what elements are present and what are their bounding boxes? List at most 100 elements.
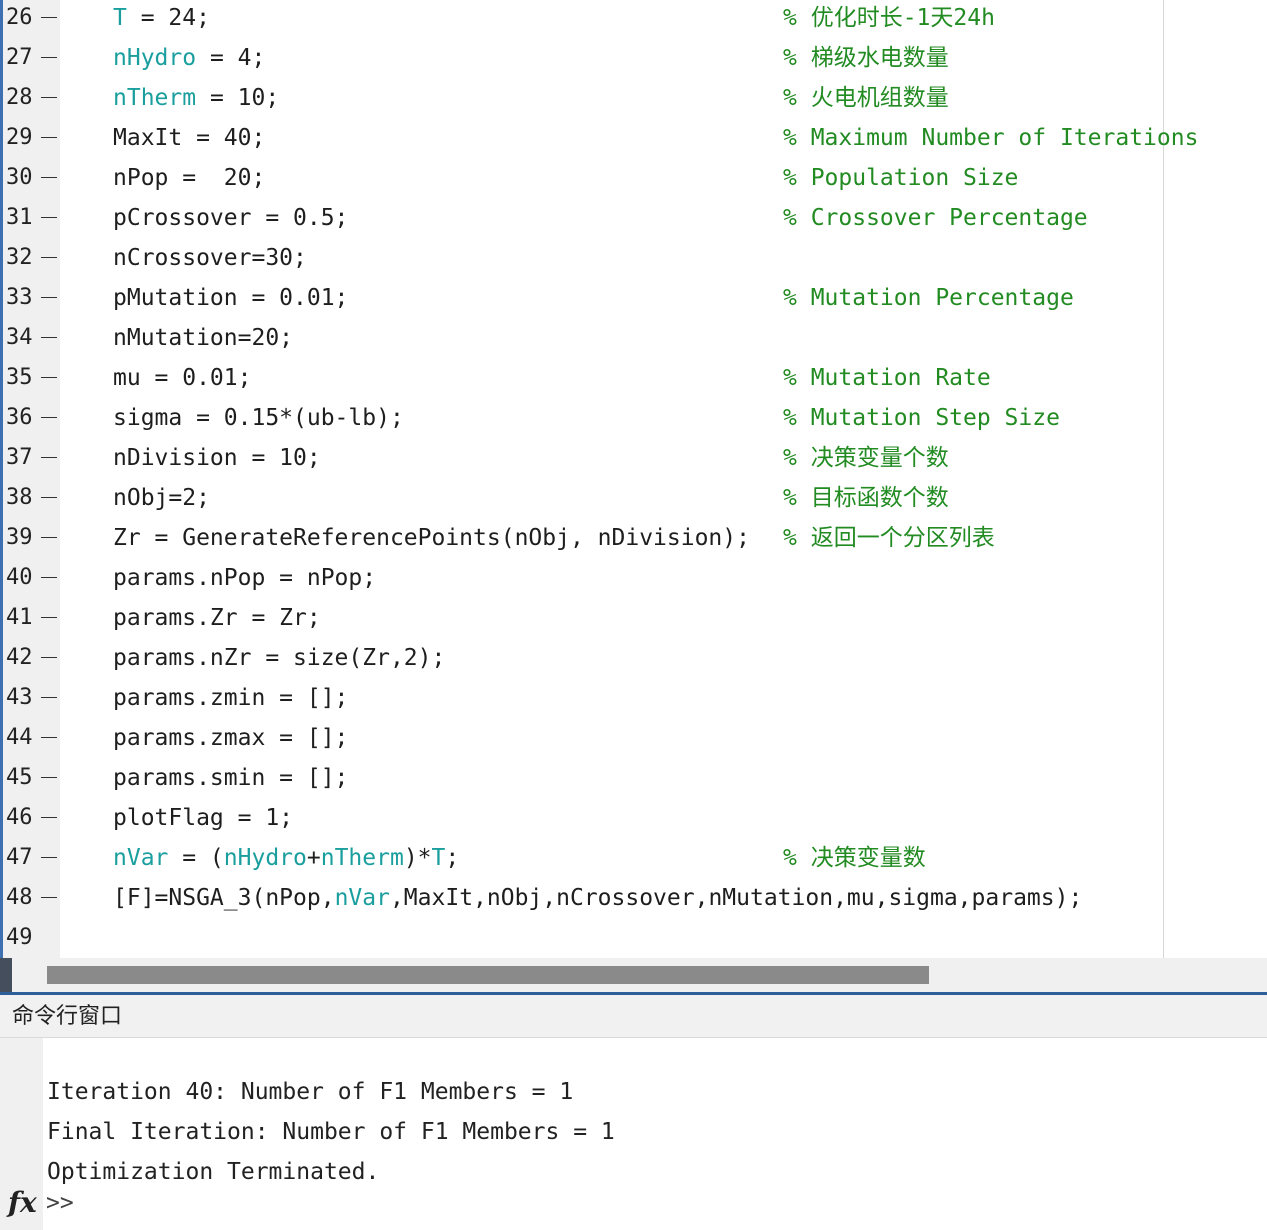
horizontal-scrollbar[interactable] bbox=[0, 958, 1267, 992]
variable-token: nVar bbox=[334, 885, 390, 911]
code-line[interactable]: 48 [F]=NSGA_3(nPop,nVar,MaxIt,nObj,nCross… bbox=[0, 878, 1267, 918]
breakpoint-marker[interactable] bbox=[41, 337, 57, 338]
variable-token: nTherm bbox=[113, 85, 197, 111]
code-token: = 24; bbox=[126, 5, 210, 31]
code-comment: % Crossover Percentage bbox=[783, 205, 1088, 231]
breakpoint-marker[interactable] bbox=[41, 537, 57, 538]
breakpoint-marker[interactable] bbox=[41, 817, 57, 818]
breakpoint-marker[interactable] bbox=[41, 17, 57, 18]
code-line[interactable]: 33 pMutation = 0.01; % Mutation Percentage bbox=[0, 278, 1267, 318]
line-number: 26 bbox=[6, 5, 33, 30]
line-number: 40 bbox=[6, 565, 33, 590]
line-number: 39 bbox=[6, 525, 33, 550]
line-number: 41 bbox=[6, 605, 33, 630]
code-text: params.nZr = size(Zr,2); bbox=[113, 638, 445, 678]
breakpoint-marker[interactable] bbox=[41, 137, 57, 138]
code-line[interactable]: 37 nDivision = 10; % 决策变量个数 bbox=[0, 438, 1267, 478]
code-comment: % 梯级水电数量 bbox=[783, 45, 949, 71]
code-line[interactable]: 32 nCrossover=30; bbox=[0, 238, 1267, 278]
code-line[interactable]: 46 plotFlag = 1; bbox=[0, 798, 1267, 838]
code-line[interactable]: 26 T = 24; % 优化时长-1天24h bbox=[0, 0, 1267, 38]
breakpoint-marker[interactable] bbox=[41, 457, 57, 458]
code-line[interactable]: 34 nMutation=20; bbox=[0, 318, 1267, 358]
code-line[interactable]: 41 params.Zr = Zr; bbox=[0, 598, 1267, 638]
code-line[interactable]: 43 params.zmin = []; bbox=[0, 678, 1267, 718]
code-token: nDivision = 10; bbox=[113, 445, 321, 471]
code-token: = 4; bbox=[196, 45, 266, 71]
breakpoint-marker[interactable] bbox=[41, 177, 57, 178]
breakpoint-marker[interactable] bbox=[41, 217, 57, 218]
line-number: 46 bbox=[6, 805, 33, 830]
breakpoint-marker[interactable] bbox=[41, 257, 57, 258]
code-token: ; bbox=[445, 845, 460, 871]
code-text: params.smin = []; bbox=[113, 758, 348, 798]
code-text: sigma = 0.15*(ub-lb); bbox=[113, 398, 404, 438]
breakpoint-marker[interactable] bbox=[41, 97, 57, 98]
code-line[interactable]: 42 params.nZr = size(Zr,2); bbox=[0, 638, 1267, 678]
code-line[interactable]: 49 bbox=[0, 918, 1267, 958]
line-number: 49 bbox=[6, 925, 33, 950]
code-token: sigma = 0.15*(ub-lb); bbox=[113, 405, 404, 431]
output-line: Final Iteration: Number of F1 Members = … bbox=[47, 1119, 615, 1145]
breakpoint-marker[interactable] bbox=[41, 497, 57, 498]
breakpoint-marker[interactable] bbox=[41, 657, 57, 658]
output-line: Iteration 40: Number of F1 Members = 1 bbox=[47, 1079, 574, 1105]
code-comment: % 决策变量数 bbox=[783, 845, 926, 871]
line-number: 27 bbox=[6, 45, 33, 70]
code-line[interactable]: 39 Zr = GenerateReferencePoints(nObj, nDi… bbox=[0, 518, 1267, 558]
code-text: pMutation = 0.01; bbox=[113, 278, 348, 318]
breakpoint-marker[interactable] bbox=[41, 377, 57, 378]
line-number: 28 bbox=[6, 85, 33, 110]
code-line[interactable]: 44 params.zmax = []; bbox=[0, 718, 1267, 758]
line-number: 44 bbox=[6, 725, 33, 750]
code-editor[interactable]: 26 T = 24; % 优化时长-1天24h 27 nHydro = 4; % 梯级水电… bbox=[0, 0, 1267, 958]
code-text: nVar = (nHydro+nTherm)*T; bbox=[113, 838, 459, 878]
breakpoint-marker[interactable] bbox=[41, 297, 57, 298]
code-token: ,MaxIt,nObj,nCrossover,nMutation,mu,sigm… bbox=[389, 885, 1083, 911]
code-line[interactable]: 36 sigma = 0.15*(ub-lb); % Mutation Step S… bbox=[0, 398, 1267, 438]
breakpoint-marker[interactable] bbox=[41, 57, 57, 58]
scrollbar-left-edge bbox=[0, 958, 12, 992]
breakpoint-marker[interactable] bbox=[41, 897, 57, 898]
code-line[interactable]: 29 MaxIt = 40; % Maximum Number of Iterati… bbox=[0, 118, 1267, 158]
code-line[interactable]: 38 nObj=2; % 目标函数个数 bbox=[0, 478, 1267, 518]
code-comment: % Maximum Number of Iterations bbox=[783, 125, 1199, 151]
code-line[interactable]: 35 mu = 0.01; % Mutation Rate bbox=[0, 358, 1267, 398]
scrollbar-thumb[interactable] bbox=[47, 966, 929, 984]
code-text: nPop = 20; bbox=[113, 158, 265, 198]
code-text: nDivision = 10; bbox=[113, 438, 321, 478]
code-comment: % 决策变量个数 bbox=[783, 445, 949, 471]
code-line[interactable]: 27 nHydro = 4; % 梯级水电数量 bbox=[0, 38, 1267, 78]
breakpoint-marker[interactable] bbox=[41, 737, 57, 738]
code-text: nCrossover=30; bbox=[113, 238, 307, 278]
code-line[interactable]: 30 nPop = 20; % Population Size bbox=[0, 158, 1267, 198]
variable-token: T bbox=[431, 845, 446, 871]
code-line[interactable]: 31 pCrossover = 0.5; % Crossover Percentag… bbox=[0, 198, 1267, 238]
command-prompt[interactable]: >> bbox=[46, 1190, 74, 1216]
line-number: 36 bbox=[6, 405, 33, 430]
line-number: 32 bbox=[6, 245, 33, 270]
breakpoint-marker[interactable] bbox=[41, 417, 57, 418]
breakpoint-marker[interactable] bbox=[41, 697, 57, 698]
code-token: = 10; bbox=[196, 85, 280, 111]
breakpoint-marker[interactable] bbox=[41, 577, 57, 578]
code-token: plotFlag = 1; bbox=[113, 805, 294, 831]
code-line[interactable]: 40 params.nPop = nPop; bbox=[0, 558, 1267, 598]
variable-token: nHydro bbox=[113, 45, 197, 71]
code-text: nMutation=20; bbox=[113, 318, 293, 358]
command-window[interactable]: Iteration 40: Number of F1 Members = 1 F… bbox=[0, 1038, 1267, 1230]
code-text: params.zmax = []; bbox=[113, 718, 348, 758]
code-line[interactable]: 45 params.smin = []; bbox=[0, 758, 1267, 798]
code-text: params.Zr = Zr; bbox=[113, 598, 321, 638]
breakpoint-marker[interactable] bbox=[41, 617, 57, 618]
breakpoint-marker[interactable] bbox=[41, 777, 57, 778]
code-text: nHydro = 4; bbox=[113, 38, 265, 78]
code-token: nMutation=20; bbox=[113, 325, 294, 351]
fx-icon[interactable]: fx bbox=[8, 1186, 37, 1219]
code-line[interactable]: 28 nTherm = 10; % 火电机组数量 bbox=[0, 78, 1267, 118]
line-number: 30 bbox=[6, 165, 33, 190]
breakpoint-marker[interactable] bbox=[41, 857, 57, 858]
code-text: MaxIt = 40; bbox=[113, 118, 265, 158]
code-token: pCrossover = 0.5; bbox=[113, 205, 349, 231]
code-line[interactable]: 47 nVar = (nHydro+nTherm)*T; % 决策变量数 bbox=[0, 838, 1267, 878]
